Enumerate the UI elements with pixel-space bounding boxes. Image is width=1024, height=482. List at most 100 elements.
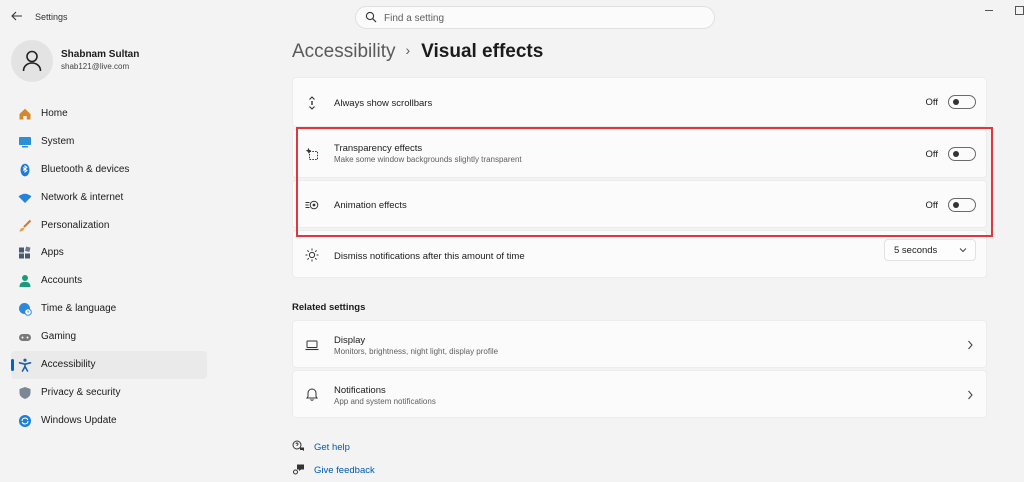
app-title: Settings (35, 12, 68, 22)
toggle-switch[interactable] (948, 198, 976, 212)
get-help-link[interactable]: Get help (292, 440, 372, 456)
home-icon (19, 108, 31, 120)
give-feedback-link[interactable]: Give feedback (292, 463, 387, 479)
toggle-knob (953, 202, 959, 208)
sidebar-item-label: Bluetooth & devices (41, 163, 130, 175)
notification-timeout-dropdown[interactable]: 5 seconds (884, 239, 976, 261)
sidebar-item-label: Accounts (41, 275, 83, 287)
sidebar-item-label: Gaming (41, 331, 77, 343)
animation-icon (305, 200, 319, 210)
setting-title: Dismiss notifications after this amount … (334, 251, 525, 262)
brightness-icon (305, 248, 319, 262)
sidebar-item-label: Accessibility (41, 359, 96, 371)
related-display[interactable]: Display Monitors, brightness, night ligh… (292, 320, 987, 368)
toggle-state-label: Off (925, 149, 939, 160)
toggle-knob (953, 99, 959, 105)
back-button[interactable] (8, 10, 26, 24)
chevron-down-icon (959, 248, 967, 253)
setting-always-show-scrollbars: Always show scrollbars Off (292, 77, 987, 127)
sidebar-item-network[interactable]: Network & internet (11, 184, 207, 212)
give-feedback-text: Give feedback (314, 465, 375, 476)
transparency-toggle[interactable]: Off (916, 147, 976, 161)
setting-subtitle: App and system notifications (334, 397, 436, 406)
setting-animation-effects: Animation effects Off (292, 180, 987, 228)
sidebar-item-accounts[interactable]: Accounts (11, 267, 207, 295)
setting-subtitle: Monitors, brightness, night light, displ… (334, 347, 499, 356)
setting-title: Animation effects (334, 200, 407, 211)
setting-dismiss-notifications: Dismiss notifications after this amount … (292, 230, 987, 278)
dropdown-value: 5 seconds (894, 245, 938, 256)
toggle-switch[interactable] (948, 147, 976, 161)
page-title: Visual effects (421, 41, 544, 62)
scrollbars-toggle[interactable]: Off (916, 95, 976, 109)
avatar[interactable] (11, 40, 53, 82)
bluetooth-icon (20, 163, 30, 177)
minimize-button[interactable] (984, 4, 996, 16)
laptop-icon (305, 340, 319, 351)
globe-clock-icon (19, 303, 32, 317)
toggle-switch[interactable] (948, 95, 976, 109)
search-box[interactable] (355, 6, 715, 29)
sidebar-item-label: Time & language (41, 303, 117, 315)
sidebar-item-home[interactable]: Home (11, 100, 207, 128)
setting-title: Display (334, 335, 366, 346)
sidebar-item-label: Apps (41, 247, 64, 259)
sidebar-item-bluetooth[interactable]: Bluetooth & devices (11, 156, 207, 184)
sidebar-item-privacy-security[interactable]: Privacy & security (11, 379, 207, 407)
help-chat-icon (292, 440, 304, 451)
update-icon (19, 414, 31, 427)
setting-title: Transparency effects (334, 143, 423, 154)
breadcrumb-parent[interactable]: Accessibility (292, 41, 395, 62)
related-notifications[interactable]: Notifications App and system notificatio… (292, 370, 987, 418)
shield-icon (19, 386, 31, 399)
setting-subtitle: Make some window backgrounds slightly tr… (334, 155, 522, 164)
transparency-icon (305, 147, 318, 160)
search-input[interactable] (384, 10, 704, 26)
sidebar-item-system[interactable]: System (11, 128, 207, 156)
setting-transparency-effects: Transparency effects Make some window ba… (292, 129, 987, 178)
sidebar-item-apps[interactable]: Apps (11, 239, 207, 267)
sidebar-item-time-language[interactable]: Time & language (11, 295, 207, 323)
brush-icon (19, 219, 32, 232)
sidebar-item-windows-update[interactable]: Windows Update (11, 407, 207, 435)
accessibility-icon (18, 358, 32, 372)
active-indicator (11, 359, 14, 372)
setting-title: Always show scrollbars (334, 98, 433, 109)
apps-icon (19, 246, 31, 259)
sidebar-item-label: Network & internet (41, 191, 124, 203)
related-settings-heading: Related settings (292, 302, 366, 313)
user-email: shab121@live.com (61, 62, 130, 71)
feedback-icon (293, 464, 304, 475)
breadcrumb-separator: › (405, 42, 411, 58)
chevron-right-icon (968, 340, 973, 350)
sidebar-item-label: Privacy & security (41, 386, 121, 398)
scrollbar-icon (309, 96, 315, 110)
sidebar-item-accessibility[interactable]: Accessibility (11, 351, 207, 379)
sidebar-item-gaming[interactable]: Gaming (11, 323, 207, 351)
back-arrow-icon (11, 11, 22, 21)
setting-title: Notifications (334, 385, 386, 396)
sidebar-item-personalization[interactable]: Personalization (11, 212, 207, 240)
bell-icon (306, 388, 318, 401)
sidebar-item-label: System (41, 135, 75, 147)
breadcrumb: Accessibility › Visual effects (292, 41, 543, 63)
person-icon (22, 50, 42, 72)
gamepad-icon (19, 334, 31, 342)
sidebar-item-label: Personalization (41, 219, 110, 231)
sidebar-item-label: Windows Update (41, 414, 117, 426)
toggle-knob (953, 151, 959, 157)
wifi-icon (18, 193, 32, 203)
sidebar-nav: Home System Bluetooth & devices Network … (11, 100, 207, 435)
person-icon (19, 275, 31, 288)
toggle-state-label: Off (925, 97, 939, 108)
title-bar: Settings (0, 0, 1024, 34)
monitor-icon (19, 136, 31, 148)
search-icon (365, 11, 377, 23)
chevron-right-icon (968, 390, 973, 400)
maximize-button[interactable] (1014, 4, 1024, 16)
user-name: Shabnam Sultan (61, 49, 140, 60)
animation-toggle[interactable]: Off (916, 198, 976, 212)
toggle-state-label: Off (925, 200, 939, 211)
sidebar-item-label: Home (41, 108, 68, 119)
get-help-text: Get help (314, 442, 350, 453)
